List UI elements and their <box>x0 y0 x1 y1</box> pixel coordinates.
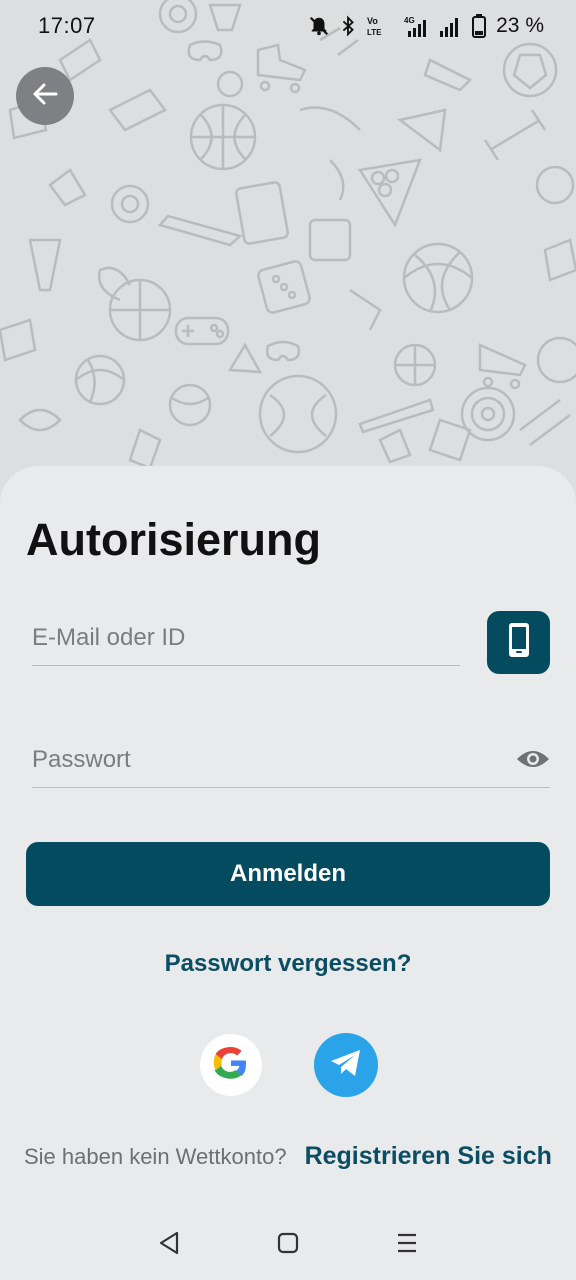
signal-4g-icon: 4G <box>400 15 428 37</box>
email-field[interactable]: E-Mail oder ID <box>32 608 460 666</box>
telegram-icon <box>329 1048 363 1083</box>
volte-icon: Vo LTE <box>366 15 390 37</box>
mute-bell-icon <box>308 15 330 37</box>
system-navigation-bar <box>0 1206 576 1280</box>
nav-menu-icon[interactable] <box>387 1223 427 1263</box>
eye-icon[interactable] <box>516 746 550 772</box>
status-icons: Vo LTE 4G 23 % <box>308 14 544 38</box>
login-button[interactable]: Anmelden <box>26 842 550 906</box>
battery-icon <box>472 14 487 38</box>
google-login-button[interactable] <box>200 1034 262 1096</box>
email-placeholder: E-Mail oder ID <box>32 624 186 651</box>
nav-home-icon[interactable] <box>268 1223 308 1263</box>
phone-login-button[interactable] <box>487 611 550 674</box>
password-placeholder: Passwort <box>32 746 131 773</box>
login-sheet: Autorisierung E-Mail oder ID Passwort An… <box>0 466 576 1280</box>
arrow-left-icon <box>30 79 60 114</box>
smartphone-icon <box>507 622 531 663</box>
back-button[interactable] <box>16 67 74 125</box>
svg-text:LTE: LTE <box>367 28 382 37</box>
sports-pattern-background <box>0 0 576 520</box>
google-icon <box>213 1045 249 1086</box>
svg-text:Vo: Vo <box>367 16 378 26</box>
battery-percentage: 23 % <box>496 14 544 37</box>
page-title: Autorisierung <box>26 514 322 565</box>
telegram-login-button[interactable] <box>314 1033 378 1097</box>
svg-text:4G: 4G <box>404 16 415 25</box>
status-time: 17:07 <box>38 13 96 38</box>
password-field[interactable]: Passwort <box>32 730 550 788</box>
nav-back-icon[interactable] <box>149 1223 189 1263</box>
signal-icon <box>438 15 462 37</box>
register-question: Sie haben kein Wettkonto? <box>24 1144 287 1169</box>
forgot-password-link[interactable]: Passwort vergessen? <box>0 950 576 978</box>
register-row: Sie haben kein Wettkonto? Registrieren S… <box>24 1142 564 1171</box>
register-link[interactable]: Registrieren Sie sich <box>305 1142 552 1171</box>
status-bar: 17:07 Vo LTE 4G 23 % <box>0 0 576 52</box>
bluetooth-icon <box>340 15 356 37</box>
